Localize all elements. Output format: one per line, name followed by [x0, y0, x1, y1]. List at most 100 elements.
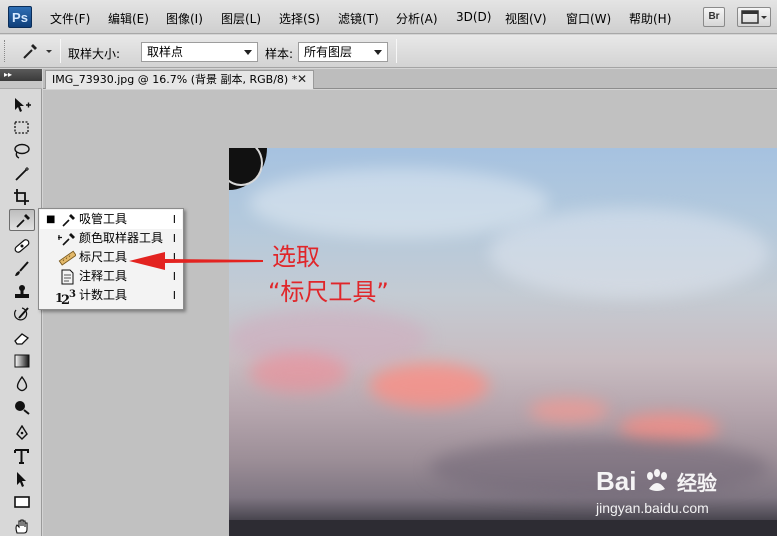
chevron-down-icon	[374, 50, 382, 55]
cloud	[249, 168, 549, 238]
lasso-icon	[14, 143, 30, 159]
magic-wand-icon	[15, 167, 29, 181]
eyedropper-icon	[16, 214, 30, 228]
crop-tool[interactable]	[9, 186, 35, 208]
cloud	[369, 363, 489, 408]
sample-label: 样本:	[265, 47, 294, 61]
marquee-icon	[14, 121, 29, 134]
eyedropper-tool[interactable]	[9, 209, 35, 231]
menu-view[interactable]: 视图(V)	[505, 10, 547, 27]
photoshop-logo: Ps	[8, 6, 32, 28]
dodge-icon	[15, 401, 30, 415]
watermark-brand-right: 经验	[676, 473, 717, 495]
path-selection-tool[interactable]	[9, 468, 35, 490]
eyedropper-icon	[23, 44, 52, 59]
screen-mode-button[interactable]	[737, 7, 771, 27]
sample-size-value: 取样点	[147, 45, 184, 59]
menu-help[interactable]: 帮助(H)	[629, 10, 671, 27]
pen-icon	[16, 425, 28, 440]
type-icon	[14, 449, 29, 464]
menu-edit[interactable]: 编辑(E)	[108, 10, 149, 27]
sample-value: 所有图层	[304, 45, 353, 59]
hand-icon	[15, 519, 28, 534]
flyout-item-count[interactable]: 1 2 3 计数工具 I	[40, 286, 182, 305]
tools-panel-grip[interactable]	[0, 81, 42, 89]
cloud	[249, 353, 349, 393]
count-icon: 1 2 3	[55, 289, 76, 305]
drop-icon	[16, 376, 28, 392]
annotation-line-1: 选取	[272, 243, 320, 271]
move-tool[interactable]	[9, 94, 35, 116]
lasso-tool[interactable]	[9, 140, 35, 162]
hand-tool[interactable]	[9, 516, 35, 536]
history-brush-tool[interactable]	[9, 304, 35, 326]
dodge-tool[interactable]	[9, 396, 35, 418]
options-separator	[60, 39, 61, 63]
crop-icon	[14, 189, 29, 205]
color-sampler-icon	[58, 233, 75, 246]
menu-file[interactable]: 文件(F)	[50, 10, 90, 27]
healing-brush-tool[interactable]	[9, 235, 35, 257]
blur-tool[interactable]	[9, 373, 35, 395]
menu-layer[interactable]: 图层(L)	[221, 10, 261, 27]
document-tab-title: IMG_73930.jpg @ 16.7% (背景 副本, RGB/8) *	[52, 73, 298, 86]
note-icon	[61, 269, 74, 285]
menu-image[interactable]: 图像(I)	[166, 10, 203, 27]
ruler-icon	[58, 250, 76, 266]
watermark-brand: Bai 经验	[596, 466, 717, 497]
eyedropper-icon	[62, 214, 75, 227]
rectangle-icon	[14, 496, 30, 508]
svg-text:3: 3	[69, 289, 76, 300]
bridge-button[interactable]: Br	[703, 7, 725, 27]
annotation-arrow	[129, 252, 263, 270]
bandage-icon	[14, 239, 30, 253]
quick-selection-tool[interactable]	[9, 163, 35, 185]
options-separator	[396, 39, 397, 63]
sample-select[interactable]: 所有图层	[298, 42, 388, 62]
gradient-icon	[14, 354, 30, 368]
tools-panel-header[interactable]: ▸▸	[0, 69, 42, 81]
menu-window[interactable]: 窗口(W)	[566, 10, 611, 27]
sample-size-select[interactable]: 取样点	[141, 42, 258, 62]
sample-size-label: 取样大小:	[68, 47, 121, 61]
cloud	[489, 208, 769, 298]
clone-stamp-tool[interactable]	[9, 281, 35, 303]
document-tab[interactable]: IMG_73930.jpg @ 16.7% (背景 副本, RGB/8) * ✕	[45, 70, 314, 89]
marquee-tool[interactable]	[9, 117, 35, 139]
history-brush-icon	[14, 307, 29, 321]
flyout-item-color-sampler[interactable]: 颜色取样器工具 I	[40, 229, 182, 248]
paw-icon	[646, 469, 667, 491]
menu-bar: Ps 文件(F) 编辑(E) 图像(I) 图层(L) 选择(S) 滤镜(T) 分…	[0, 0, 777, 34]
shape-tool[interactable]	[9, 491, 35, 513]
document-tab-strip: IMG_73930.jpg @ 16.7% (背景 副本, RGB/8) * ✕	[43, 69, 777, 89]
stamp-icon	[15, 285, 29, 298]
cloud	[529, 398, 609, 423]
path-select-icon	[17, 472, 26, 487]
sea-horizon	[229, 520, 777, 536]
options-bar: 取样大小: 取样点 样本: 所有图层	[0, 35, 777, 68]
brush-icon	[15, 261, 29, 276]
menu-filter[interactable]: 滤镜(T)	[338, 10, 379, 27]
screen-mode-icon	[741, 10, 767, 24]
photo-dark-corner	[229, 148, 267, 190]
menu-select[interactable]: 选择(S)	[279, 10, 320, 27]
tools-panel: ▸▸	[0, 69, 42, 536]
watermark-url: jingyan.baidu.com	[596, 500, 709, 516]
pen-tool[interactable]	[9, 422, 35, 444]
gradient-tool[interactable]	[9, 350, 35, 372]
eraser-tool[interactable]	[9, 327, 35, 349]
menu-analysis[interactable]: 分析(A)	[396, 10, 438, 27]
move-icon	[15, 98, 31, 112]
menu-3d[interactable]: 3D(D)	[456, 10, 491, 24]
tool-preset-picker[interactable]	[15, 40, 55, 62]
options-grip[interactable]	[4, 40, 7, 62]
current-tool-bullet: ■	[46, 214, 56, 225]
eraser-icon	[14, 333, 30, 345]
type-tool[interactable]	[9, 445, 35, 467]
annotation-line-2: “标尺工具”	[268, 278, 389, 306]
flyout-item-eyedropper[interactable]: ■ 吸管工具 I	[40, 210, 182, 229]
watermark-brand-left: Bai	[596, 466, 637, 496]
chevron-down-icon	[244, 50, 252, 55]
close-icon[interactable]: ✕	[297, 71, 307, 88]
brush-tool[interactable]	[9, 258, 35, 280]
